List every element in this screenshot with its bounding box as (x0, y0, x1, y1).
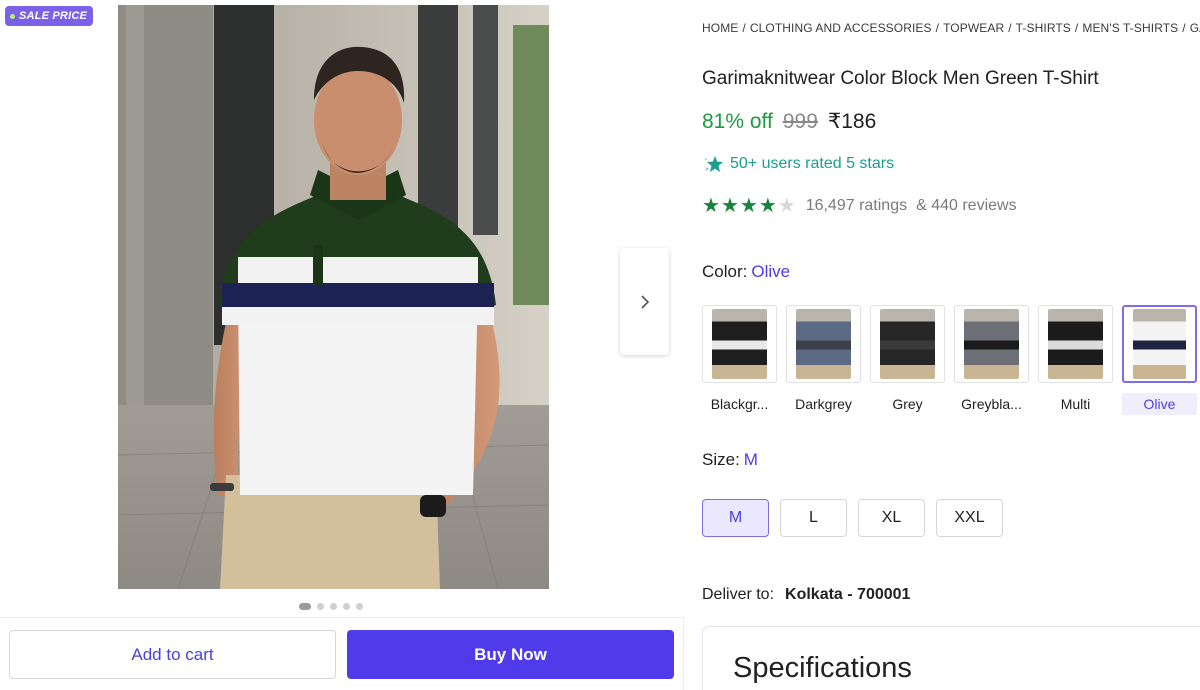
next-image-button[interactable] (620, 248, 669, 355)
specifications-heading: Specifications (733, 652, 912, 684)
color-option-multi[interactable]: Multi (1038, 305, 1113, 415)
ratings-count: 16,497 ratings (805, 197, 908, 214)
size-selected-value: M (743, 450, 758, 469)
sale-price-badge: SALE PRICE (5, 6, 94, 26)
discount-percent: 81% off (702, 110, 773, 133)
color-thumbnail (954, 305, 1029, 383)
selling-price: ₹186 (827, 110, 877, 133)
sale-price-label: SALE PRICE (19, 10, 88, 22)
carousel-dot[interactable] (356, 603, 363, 610)
breadcrumb-separator: / (935, 21, 940, 35)
star-filled-icon: ★ (758, 195, 777, 217)
color-option-label: Greybla... (961, 396, 1022, 412)
color-label: Color: (702, 262, 748, 281)
size-label: Size: (702, 450, 740, 469)
action-bar: Add to cart Buy Now (0, 617, 684, 690)
product-main-image[interactable] (118, 5, 549, 589)
color-option-olive[interactable]: Olive (1122, 305, 1197, 415)
chevron-right-icon (640, 294, 649, 309)
carousel-dot[interactable] (330, 603, 337, 610)
swatch-image (712, 309, 767, 379)
color-option-label: Olive (1122, 393, 1197, 415)
swatch-image (1133, 309, 1186, 379)
color-option-label: Grey (892, 396, 923, 412)
color-option-darkgrey[interactable]: Darkgrey (786, 305, 861, 415)
add-to-cart-button[interactable]: Add to cart (9, 630, 336, 679)
product-title: Garimaknitwear Color Block Men Green T-S… (702, 68, 1099, 89)
color-option-label: Blackgr... (710, 396, 769, 412)
size-option-m[interactable]: M (702, 499, 769, 537)
color-option-label: Multi (1060, 396, 1091, 412)
size-options: M L XL XXL (702, 499, 1003, 537)
reviews-count: & 440 reviews (916, 197, 1017, 214)
breadcrumb-clothing[interactable]: CLOTHING AND ACCESSORIES (750, 21, 932, 35)
color-thumbnail (1122, 305, 1197, 383)
breadcrumb: HOME / CLOTHING AND ACCESSORIES / TOPWEAR / T-… (702, 21, 1200, 35)
breadcrumb-home[interactable]: HOME (702, 21, 738, 35)
original-price: 999 (782, 110, 818, 133)
top-rated-banner: 50+ users rated 5 stars (704, 155, 894, 173)
star-empty-icon: ★ (777, 195, 796, 217)
size-label-row: Size: M (702, 450, 758, 470)
color-option-greyblack[interactable]: Greybla... (954, 305, 1029, 415)
star-filled-icon: ★ (702, 195, 720, 217)
breadcrumb-current[interactable]: GA (1190, 21, 1200, 35)
swatch-image (796, 309, 851, 379)
swatch-image (1048, 309, 1103, 379)
color-thumbnail (702, 305, 777, 383)
carousel-dot[interactable] (317, 603, 324, 610)
deliver-to-label: Deliver to: (702, 586, 775, 603)
breadcrumb-mens-tshirts[interactable]: MEN'S T-SHIRTS (1082, 21, 1178, 35)
specifications-card: Specifications (702, 626, 1200, 690)
carousel-dot[interactable] (343, 603, 350, 610)
color-selected-value: Olive (751, 262, 791, 281)
swatch-image (964, 309, 1019, 379)
size-option-xxl[interactable]: XXL (936, 499, 1003, 537)
breadcrumb-separator: / (1182, 21, 1186, 35)
carousel-dots (299, 603, 363, 610)
badge-dot-icon (10, 13, 15, 19)
color-thumbnail (1038, 305, 1113, 383)
breadcrumb-topwear[interactable]: TOPWEAR (943, 21, 1004, 35)
swatch-image (880, 309, 935, 379)
ratings-summary[interactable]: ★ ★ ★ ★ ★ 16,497 ratings & 440 reviews (702, 196, 1017, 216)
rated-text: 50+ users rated 5 stars (730, 155, 895, 172)
carousel-dot[interactable] (299, 603, 311, 610)
product-photo (118, 5, 549, 589)
breadcrumb-separator: / (742, 21, 746, 35)
breadcrumb-separator: / (1008, 21, 1012, 35)
color-option-label: Darkgrey (795, 396, 852, 412)
sparkle-star-icon (705, 156, 723, 172)
delivery-row: Deliver to: Kolkata - 700001 (702, 586, 910, 604)
color-option-blackgrey[interactable]: Blackgr... (702, 305, 777, 415)
price-row: 81% off 999 ₹186 (702, 109, 876, 134)
color-option-grey[interactable]: Grey (870, 305, 945, 415)
star-filled-icon: ★ (720, 195, 739, 217)
color-swatches: Blackgr... Darkgrey Grey Greybla... Mult… (702, 305, 1197, 415)
breadcrumb-separator: / (1074, 21, 1079, 35)
color-thumbnail (786, 305, 861, 383)
star-filled-icon: ★ (739, 195, 758, 217)
breadcrumb-tshirts[interactable]: T-SHIRTS (1016, 21, 1071, 35)
size-option-xl[interactable]: XL (858, 499, 925, 537)
size-option-l[interactable]: L (780, 499, 847, 537)
color-thumbnail (870, 305, 945, 383)
star-rating: ★ ★ ★ ★ ★ (702, 196, 796, 216)
color-label-row: Color: Olive (702, 262, 790, 282)
delivery-location[interactable]: Kolkata - 700001 (785, 586, 910, 604)
buy-now-button[interactable]: Buy Now (347, 630, 674, 679)
